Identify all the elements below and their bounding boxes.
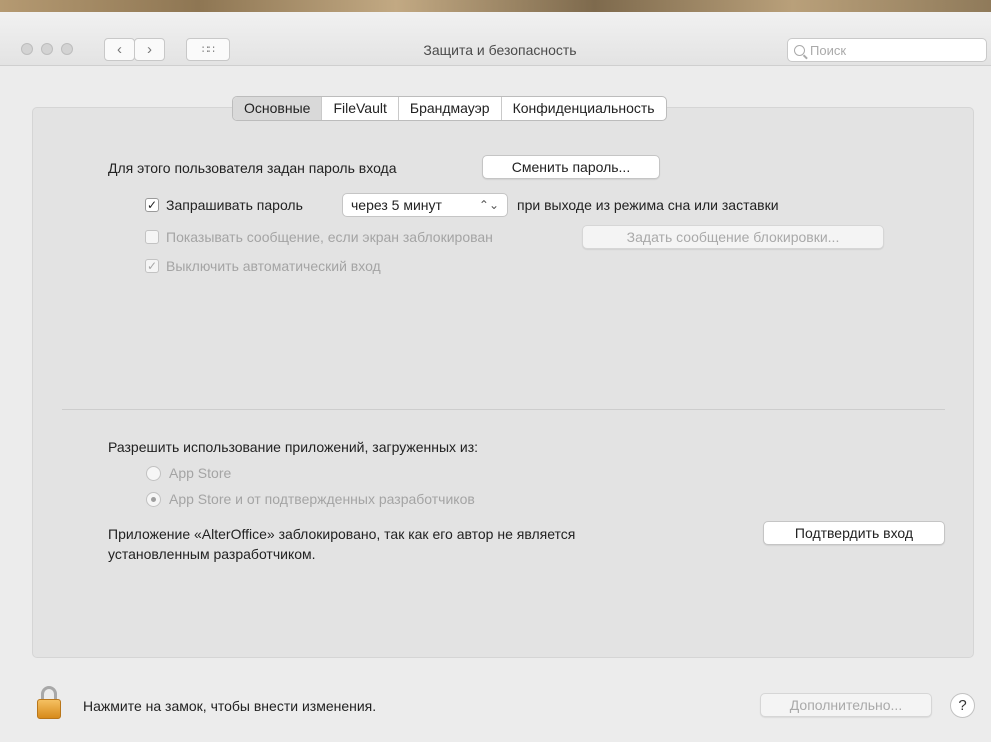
advanced-button[interactable]: Дополнительно...: [760, 693, 932, 717]
search-input[interactable]: Поиск: [787, 38, 987, 62]
zoom-window-button[interactable]: [61, 43, 73, 55]
chevron-left-icon: ‹: [117, 41, 122, 58]
require-password-checkbox[interactable]: ✓: [145, 198, 159, 212]
tab-filevault[interactable]: FileVault: [322, 97, 399, 120]
radio-app-store-identified-label: App Store и от подтвержденных разработчи…: [169, 491, 475, 507]
tab-firewall[interactable]: Брандмауэр: [399, 97, 502, 120]
radio-app-store[interactable]: [146, 466, 161, 481]
close-window-button[interactable]: [21, 43, 33, 55]
disable-autologin-checkbox[interactable]: ✓: [145, 259, 159, 273]
require-password-label: Запрашивать пароль: [166, 197, 303, 213]
grid-icon: ∷∷: [202, 44, 215, 56]
show-message-label: Показывать сообщение, если экран заблоки…: [166, 229, 493, 245]
tab-privacy[interactable]: Конфиденциальность: [502, 97, 666, 120]
minimize-window-button[interactable]: [41, 43, 53, 55]
confirm-open-button[interactable]: Подтвердить вход: [763, 521, 945, 545]
content-panel: [32, 107, 974, 658]
tab-bar: Основные FileVault Брандмауэр Конфиденци…: [232, 96, 667, 121]
show-all-button[interactable]: ∷∷: [186, 38, 230, 61]
allow-apps-label: Разрешить использование приложений, загр…: [108, 439, 479, 455]
desktop-background-strip: [0, 0, 991, 12]
search-placeholder: Поиск: [810, 42, 847, 58]
radio-app-store-label: App Store: [169, 465, 232, 481]
change-password-button[interactable]: Сменить пароль...: [482, 155, 660, 179]
tab-general[interactable]: Основные: [233, 97, 323, 120]
require-password-suffix: при выходе из режима сна или заставки: [517, 197, 779, 213]
require-password-delay-select[interactable]: через 5 минут ⌃⌄: [342, 193, 508, 217]
up-down-arrows-icon: ⌃⌄: [478, 198, 499, 212]
window-title: Защита и безопасность: [423, 42, 577, 58]
blocked-app-message-line1: Приложение «AlterOffice» заблокировано, …: [108, 526, 576, 542]
chevron-right-icon: ›: [147, 41, 152, 58]
lock-hint-text: Нажмите на замок, чтобы внести изменения…: [83, 698, 377, 714]
set-lock-message-button[interactable]: Задать сообщение блокировки...: [582, 225, 884, 249]
forward-button[interactable]: ›: [134, 38, 165, 61]
lock-icon[interactable]: [37, 686, 61, 720]
show-message-checkbox[interactable]: [145, 230, 159, 244]
search-icon: [794, 44, 805, 56]
blocked-app-message-line2: установленным разработчиком.: [108, 546, 316, 562]
lock-body: [37, 699, 61, 719]
section-divider: [62, 409, 945, 410]
password-set-label: Для этого пользователя задан пароль вход…: [108, 160, 397, 176]
help-button[interactable]: ?: [950, 693, 975, 718]
require-password-delay-value: через 5 минут: [351, 197, 442, 213]
title-bar: ‹ › ∷∷ Защита и безопасность Поиск: [0, 12, 991, 66]
radio-app-store-identified[interactable]: [146, 492, 161, 507]
back-button[interactable]: ‹: [104, 38, 135, 61]
disable-autologin-label: Выключить автоматический вход: [166, 258, 381, 274]
